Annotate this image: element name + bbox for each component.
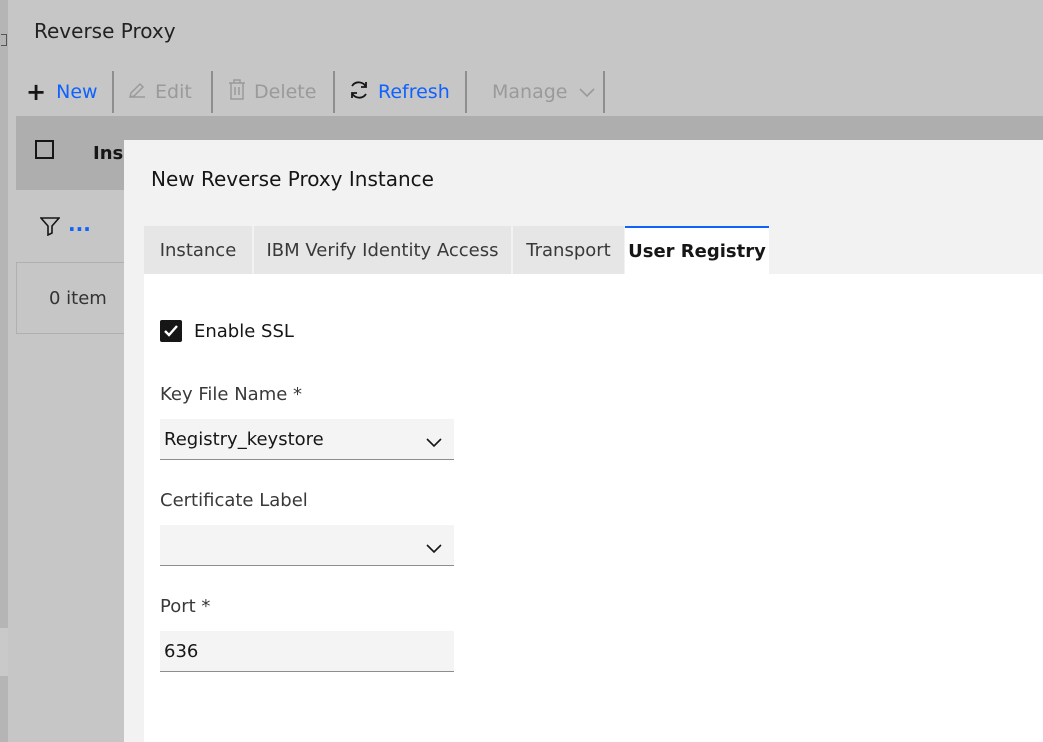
edge-marker bbox=[1, 34, 7, 46]
toolbar-divider bbox=[465, 71, 467, 113]
new-instance-modal: New Reverse Proxy Instance Instance IBM … bbox=[124, 140, 1043, 742]
tab-user-registry[interactable]: User Registry bbox=[625, 226, 769, 274]
select-all-checkbox[interactable] bbox=[35, 140, 54, 159]
toolbar-divider bbox=[211, 71, 213, 113]
certificate-label-select[interactable] bbox=[160, 525, 454, 566]
modal-title: New Reverse Proxy Instance bbox=[151, 167, 434, 191]
new-button[interactable]: + New bbox=[26, 71, 98, 113]
port-input[interactable]: 636 bbox=[160, 631, 454, 672]
pencil-icon bbox=[127, 80, 147, 105]
manage-dropdown[interactable]: Manage bbox=[492, 71, 596, 113]
enable-ssl-checkbox[interactable] bbox=[160, 320, 182, 342]
enable-ssl-label: Enable SSL bbox=[194, 320, 294, 342]
key-file-name-value: Registry_keystore bbox=[164, 429, 324, 450]
port-value: 636 bbox=[164, 641, 199, 662]
manage-label: Manage bbox=[492, 81, 568, 103]
page-title: Reverse Proxy bbox=[34, 19, 176, 43]
key-file-name-select[interactable]: Registry_keystore bbox=[160, 419, 454, 460]
trash-icon bbox=[228, 78, 246, 106]
toolbar-divider bbox=[603, 71, 605, 113]
certificate-label-label: Certificate Label bbox=[160, 490, 308, 511]
checkmark-icon bbox=[164, 325, 178, 337]
toolbar-divider bbox=[333, 71, 335, 113]
new-label: New bbox=[56, 81, 98, 103]
item-count: 0 item bbox=[16, 262, 124, 334]
delete-button[interactable]: Delete bbox=[228, 71, 316, 113]
delete-label: Delete bbox=[254, 81, 317, 103]
edit-label: Edit bbox=[155, 81, 192, 103]
left-edge bbox=[0, 0, 8, 742]
refresh-button[interactable]: Refresh bbox=[348, 71, 450, 113]
key-file-name-label: Key File Name * bbox=[160, 384, 303, 405]
enable-ssl-row: Enable SSL bbox=[160, 320, 294, 342]
refresh-icon bbox=[348, 79, 370, 106]
tab-ibm-verify-identity-access[interactable]: IBM Verify Identity Access bbox=[254, 226, 511, 274]
port-label: Port * bbox=[160, 596, 211, 617]
chevron-down-icon bbox=[426, 433, 442, 452]
edge-band bbox=[0, 628, 8, 676]
edit-button[interactable]: Edit bbox=[127, 71, 192, 113]
filter-more-link[interactable]: ... bbox=[68, 212, 91, 236]
column-header-instance[interactable]: Ins bbox=[93, 143, 123, 164]
filter-icon[interactable] bbox=[39, 216, 61, 240]
chevron-down-icon bbox=[579, 81, 596, 103]
plus-icon: + bbox=[26, 78, 47, 106]
chevron-down-icon bbox=[426, 539, 442, 558]
toolbar-divider bbox=[112, 71, 114, 113]
refresh-label: Refresh bbox=[378, 81, 450, 103]
toolbar: + New Edit Delete Refresh Manage bbox=[16, 71, 1043, 113]
tab-transport[interactable]: Transport bbox=[513, 226, 624, 274]
modal-tabs: Instance IBM Verify Identity Access Tran… bbox=[144, 226, 1043, 274]
tab-instance[interactable]: Instance bbox=[144, 226, 252, 274]
item-count-label: 0 item bbox=[49, 288, 107, 309]
user-registry-panel: Enable SSL Key File Name * Registry_keys… bbox=[144, 274, 1043, 742]
